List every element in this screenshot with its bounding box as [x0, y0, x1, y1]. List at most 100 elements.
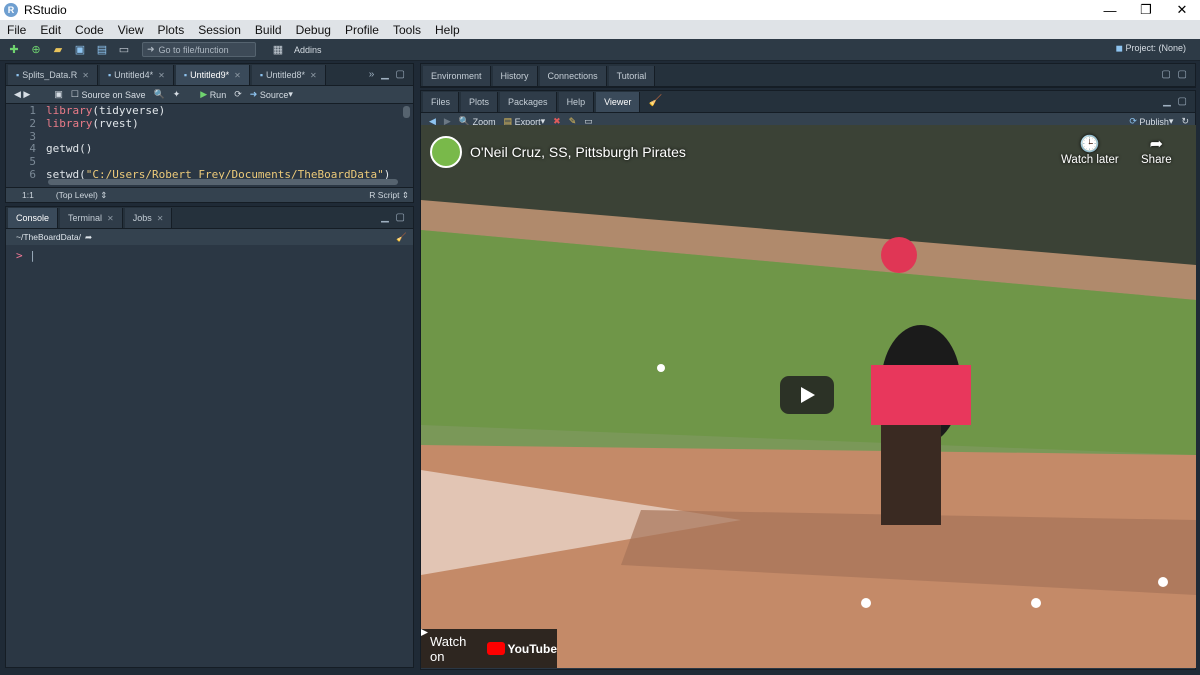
code-line: 4 getwd()	[29, 142, 93, 156]
r-file-icon: ▪	[16, 70, 20, 80]
tab-tutorial[interactable]: Tutorial	[608, 66, 656, 86]
tab-help[interactable]: Help	[558, 92, 595, 112]
main-toolbar: ✚ ⊕ ▰ ▣ ▤ ▭ ➜ Go to file/function ▦ Addi…	[0, 39, 1200, 61]
run-button[interactable]: ▶ Run	[200, 89, 226, 100]
console-prompt[interactable]: > |	[16, 249, 413, 262]
menu-tools[interactable]: Tools	[386, 23, 428, 37]
menu-session[interactable]: Session	[191, 23, 248, 37]
menu-debug[interactable]: Debug	[289, 23, 338, 37]
share-button[interactable]: ➦ Share	[1141, 134, 1172, 166]
menu-view[interactable]: View	[111, 23, 151, 37]
close-button[interactable]: ✕	[1164, 0, 1200, 20]
viewer-tabs: Files Plots Packages Help Viewer 🧹 ▁ ▢	[421, 91, 1195, 113]
code-line: 2 library(rvest)	[29, 116, 139, 130]
youtube-video-player[interactable]: O'Neil Cruz, SS, Pittsburgh Pirates 🕒 Wa…	[421, 125, 1196, 668]
editor-tab-untitled4[interactable]: ▪ Untitled4* ✕	[99, 65, 174, 85]
pane-controls[interactable]: ▢ ▢	[1161, 69, 1189, 80]
open-file-icon[interactable]: ▰	[50, 43, 66, 57]
goto-file-input[interactable]: ➜ Go to file/function	[142, 42, 256, 57]
editor-tab-untitled9[interactable]: ▪ Untitled9* ✕	[175, 65, 250, 85]
tab-jobs[interactable]: Jobs ✕	[124, 208, 173, 228]
save-all-icon[interactable]: ▤	[94, 43, 110, 57]
file-type-selector[interactable]: R Script ⇕	[369, 190, 409, 201]
youtube-logo: YouTube	[421, 629, 557, 656]
source-icon: ➜	[249, 89, 258, 99]
close-tab-icon[interactable]: ✕	[310, 71, 317, 80]
play-button[interactable]	[780, 376, 834, 414]
tab-terminal[interactable]: Terminal ✕	[60, 208, 123, 228]
cursor-position: 1:1	[22, 190, 34, 200]
menu-profile[interactable]: Profile	[338, 23, 386, 37]
watch-later-button[interactable]: 🕒 Watch later	[1061, 134, 1119, 166]
menu-edit[interactable]: Edit	[33, 23, 68, 37]
vertical-scrollbar[interactable]	[403, 106, 410, 118]
menu-plots[interactable]: Plots	[151, 23, 192, 37]
menu-code[interactable]: Code	[68, 23, 111, 37]
save-file-icon[interactable]: ▣	[54, 89, 63, 100]
title-bar: R RStudio — ❐ ✕	[0, 0, 1200, 20]
console-pane: Console Terminal ✕ Jobs ✕ ▁ ▢ ~/TheBoardDa…	[5, 206, 414, 668]
close-tab-icon[interactable]: ✕	[234, 71, 241, 80]
tab-history[interactable]: History	[492, 66, 538, 86]
grid-icon[interactable]: ▦	[270, 43, 286, 57]
editor-statusbar: 1:1 (Top Level) ⇕ R Script ⇕	[6, 187, 413, 202]
scope-selector[interactable]: (Top Level) ⇕	[56, 190, 108, 201]
save-icon[interactable]: ▣	[72, 43, 88, 57]
rstudio-logo-icon: R	[4, 3, 18, 17]
maximize-button[interactable]: ❐	[1128, 0, 1164, 20]
minimize-button[interactable]: —	[1092, 0, 1128, 20]
window-title: RStudio	[24, 3, 67, 17]
editor-tab-splits[interactable]: ▪ Splits_Data.R ✕	[8, 65, 98, 85]
horizontal-scrollbar[interactable]	[48, 179, 398, 185]
channel-avatar[interactable]	[430, 136, 462, 168]
editor-tab-untitled8[interactable]: ▪ Untitled8* ✕	[251, 65, 326, 85]
project-menu[interactable]: ◼ Project: (None)	[1115, 43, 1186, 54]
tab-console[interactable]: Console	[8, 208, 59, 228]
new-project-icon[interactable]: ⊕	[28, 43, 44, 57]
project-label: Project: (None)	[1125, 43, 1186, 53]
close-tab-icon[interactable]: ✕	[82, 71, 89, 80]
pane-controls[interactable]: » ▁ ▢	[369, 69, 407, 80]
print-icon[interactable]: ▭	[116, 43, 132, 57]
editor-tabs: ▪ Splits_Data.R ✕ ▪ Untitled4* ✕ ▪ Untitled9*…	[6, 64, 413, 86]
youtube-play-icon	[421, 629, 506, 655]
tab-connections[interactable]: Connections	[539, 66, 607, 86]
run-icon: ▶	[200, 89, 208, 99]
pane-controls[interactable]: ▁ ▢	[1163, 96, 1189, 107]
close-tab-icon[interactable]: ✕	[158, 71, 165, 80]
goto-dir-icon[interactable]: ➦	[85, 232, 92, 243]
r-file-icon: ▪	[107, 70, 112, 80]
new-file-icon[interactable]: ✚	[6, 43, 22, 57]
pane-controls[interactable]: ▁ ▢	[381, 212, 407, 223]
tab-packages[interactable]: Packages	[500, 92, 557, 112]
tab-viewer[interactable]: Viewer	[596, 92, 641, 112]
watch-on-youtube-link[interactable]: Watch on YouTube	[421, 629, 557, 668]
source-on-save-checkbox[interactable]: ☐ Source on Save	[71, 89, 146, 100]
menu-help[interactable]: Help	[428, 23, 467, 37]
r-file-icon: ▪	[183, 70, 188, 80]
wand-icon[interactable]: ✦	[173, 89, 181, 100]
menu-file[interactable]: File	[0, 23, 33, 37]
editor-toolbar: ◀ ▶ ▣ ☐ Source on Save 🔍 ✦ ▶ Run ⟳ ➜ Sou…	[6, 86, 413, 104]
addins-menu[interactable]: Addins	[294, 45, 322, 55]
source-button[interactable]: ➜ Source ▾	[250, 89, 293, 100]
video-title[interactable]: O'Neil Cruz, SS, Pittsburgh Pirates	[470, 144, 686, 160]
code-editor[interactable]: 1 library(tidyverse) 2 library(rvest) 3 4g…	[6, 104, 413, 187]
rerun-icon[interactable]: ⟳	[234, 89, 242, 100]
play-icon	[801, 387, 815, 403]
menu-build[interactable]: Build	[248, 23, 289, 37]
tab-plots[interactable]: Plots	[461, 92, 499, 112]
back-icon[interactable]: ◀ ▶	[14, 89, 30, 100]
search-icon[interactable]: 🔍	[153, 89, 164, 100]
console-working-dir: ~/TheBoardData/ ➦ 🧹	[6, 229, 413, 245]
code-line: 3	[29, 129, 36, 143]
code-line: 1 library(tidyverse)	[29, 103, 166, 117]
arrow-icon: ➜	[147, 44, 155, 54]
broom-icon[interactable]: 🧹	[648, 94, 662, 107]
close-tab-icon[interactable]: ✕	[157, 214, 164, 223]
close-tab-icon[interactable]: ✕	[107, 214, 114, 223]
editor-pane: ▪ Splits_Data.R ✕ ▪ Untitled4* ✕ ▪ Untitled9*…	[5, 63, 414, 203]
tab-environment[interactable]: Environment	[423, 66, 491, 86]
clear-console-icon[interactable]: 🧹	[396, 232, 407, 243]
tab-files[interactable]: Files	[423, 92, 460, 112]
